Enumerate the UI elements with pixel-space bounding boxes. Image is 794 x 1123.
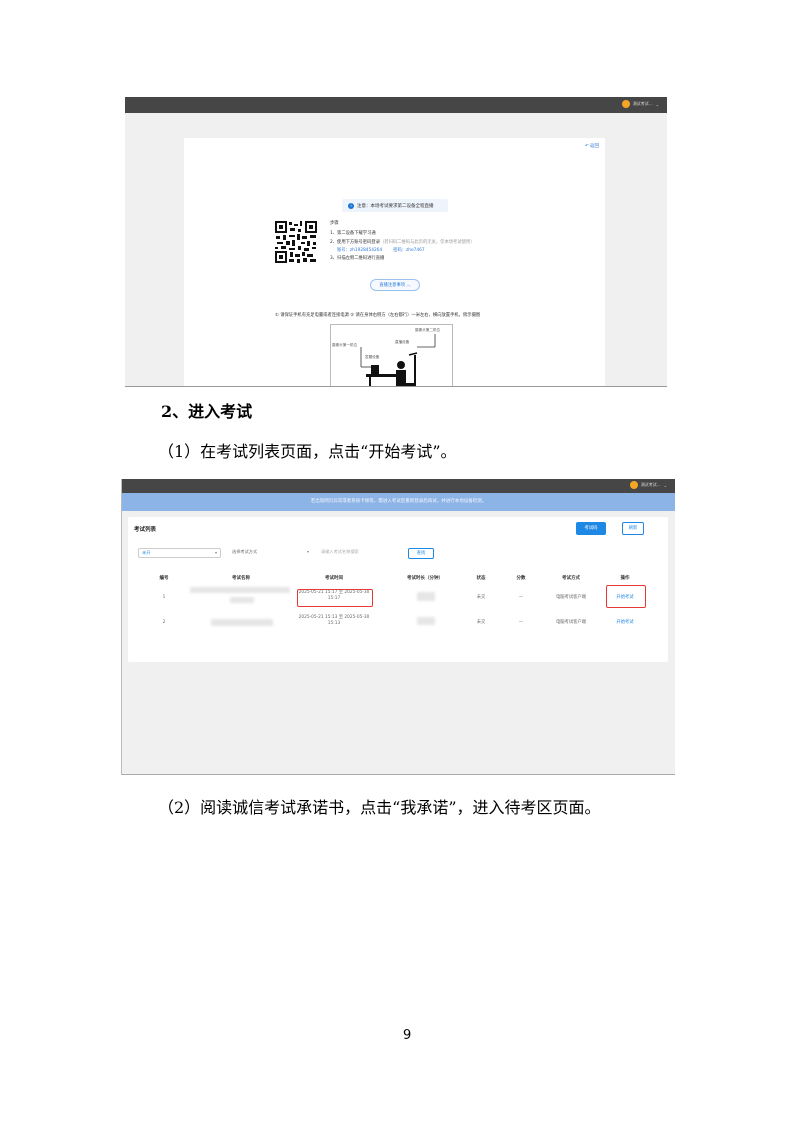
warning-banner: 若出现网页异常或者系统卡顿等，需进入考试后重新登录后再试，并进行本地设备检测。 — [122, 493, 675, 511]
account-value: zh1928454264 — [349, 247, 383, 253]
row-method: 电脑考试客户端 — [555, 595, 587, 600]
col-score: 分数 — [516, 576, 526, 581]
notice-text: 注意：本场考试要求第二设备全程直播 — [357, 203, 434, 209]
blurred-duration — [417, 592, 435, 601]
page-title: 考试列表 — [134, 527, 157, 533]
row-status: 未交 — [476, 620, 486, 625]
back-link[interactable]: ↶ 返回 — [585, 143, 599, 149]
live-setup-card: ↶ 返回 i 注意：本场考试要求第二设备全程直播 步骤 1、第二设备下载学习通 … — [184, 138, 605, 386]
page-number: 9 — [403, 1028, 412, 1043]
blurred-exam-name — [190, 587, 290, 593]
camera-setup-diagram: 摄像头第二机位 摄像头第一机位 直播设备 答题设备 — [330, 324, 453, 386]
live-setup-screenshot: 测试考试... ⌄ ↶ 返回 i 注意：本场考试要求第二设备全程直播 步骤 1、… — [125, 97, 667, 387]
user-label: 测试考试... — [632, 101, 653, 106]
col-status: 状态 — [476, 576, 486, 581]
chevron-down-icon: ▾ — [214, 550, 217, 555]
blurred-exam-name-2 — [230, 597, 254, 603]
app-topbar: 测试考试... ⌄ — [125, 97, 667, 113]
user-menu[interactable]: 测试考试... ⌄ — [621, 100, 659, 108]
live-tips: ① 请保证手机有充足电量或者连接电源 ② 请在身体右侧方（左右都行）一米左右，横… — [275, 313, 481, 318]
highlight-exam-time — [297, 589, 373, 607]
step-1: 1、第二设备下载学习通 — [330, 230, 376, 236]
start-exam-link[interactable]: 开始考试 — [616, 620, 633, 626]
live-notes-toggle-button[interactable]: 直播注意事项 ︿ — [370, 279, 420, 291]
chevron-down-icon: ⌄ — [663, 482, 667, 488]
blurred-exam-name — [211, 619, 273, 626]
row-time: 2025-05-21 15:13 至 2025-05-30 15:13 — [298, 615, 370, 626]
notice-bar: i 注意：本场考试要求第二设备全程直播 — [342, 199, 448, 212]
status-select[interactable]: 未开 ▾ — [138, 548, 221, 558]
row-id: 2 — [162, 620, 166, 625]
chevron-up-icon: ︿ — [406, 283, 411, 288]
steps-list: 步骤 1、第二设备下载学习通 2、使用下方账号密码登录（若扫码二维码与此页的无关… — [330, 219, 475, 263]
col-name: 考试名称 — [232, 576, 250, 581]
instruction-1: （1）在考试列表页面，点击“开始考试”。 — [158, 442, 457, 461]
chevron-down-icon: ⌄ — [655, 101, 659, 107]
row-score: — — [518, 620, 524, 625]
method-select[interactable]: 选择考试方式 ▾ — [229, 548, 312, 558]
qr-code — [274, 220, 318, 264]
col-id: 编号 — [159, 576, 169, 581]
diagram-illustration — [360, 334, 436, 386]
password-value: zhe7467 — [406, 247, 425, 253]
exam-list-screenshot: 测试考试... ⌄ 若出现网页异常或者系统卡顿等，需进入考试后重新登录后再试，并… — [121, 479, 675, 775]
highlight-start-exam — [606, 585, 646, 608]
row-score: — — [518, 595, 524, 600]
search-input[interactable]: 请输入考试名称搜索 — [318, 548, 400, 558]
steps-title: 步骤 — [330, 221, 339, 226]
undo-arrow-icon: ↶ — [584, 144, 589, 149]
step-2: 2、使用下方账号密码登录（若扫码二维码与此页的无关，仅本场考试使用） — [330, 240, 475, 246]
user-label: 测试考试... — [640, 482, 661, 487]
col-duration: 考试时长（分钟） — [407, 576, 443, 581]
step-3: 3、扫描左侧二维码进行直播 — [330, 255, 385, 261]
avatar — [629, 481, 638, 489]
exam-list-panel: 考试列表 考试码 刷新 未开 ▾ 选择考试方式 ▾ 请输入考试名称搜索 查找 编… — [128, 517, 668, 662]
col-time: 考试时间 — [325, 576, 343, 581]
blurred-duration — [417, 617, 435, 625]
app-topbar: 测试考试... ⌄ — [122, 479, 675, 493]
info-icon: i — [348, 202, 354, 209]
row-method: 电脑考试客户端 — [555, 620, 587, 625]
search-button[interactable]: 查找 — [408, 548, 434, 559]
instruction-2: （2）阅读诚信考试承诺书，点击“我承诺”，进入待考区页面。 — [158, 798, 601, 817]
avatar — [621, 100, 630, 108]
exam-code-button[interactable]: 考试码 — [576, 522, 606, 535]
col-action: 操作 — [620, 576, 630, 581]
user-menu[interactable]: 测试考试... ⌄ — [629, 481, 667, 489]
col-method: 考试方式 — [562, 576, 580, 581]
step-2-hint: （若扫码二维码与此页的无关，仅本场考试使用） — [380, 240, 475, 246]
row-status: 未交 — [476, 595, 486, 600]
chevron-down-icon: ▾ — [306, 549, 309, 554]
section-heading: 2、进入考试 — [161, 402, 253, 421]
refresh-button[interactable]: 刷新 — [622, 522, 644, 535]
row-id: 1 — [162, 595, 166, 600]
